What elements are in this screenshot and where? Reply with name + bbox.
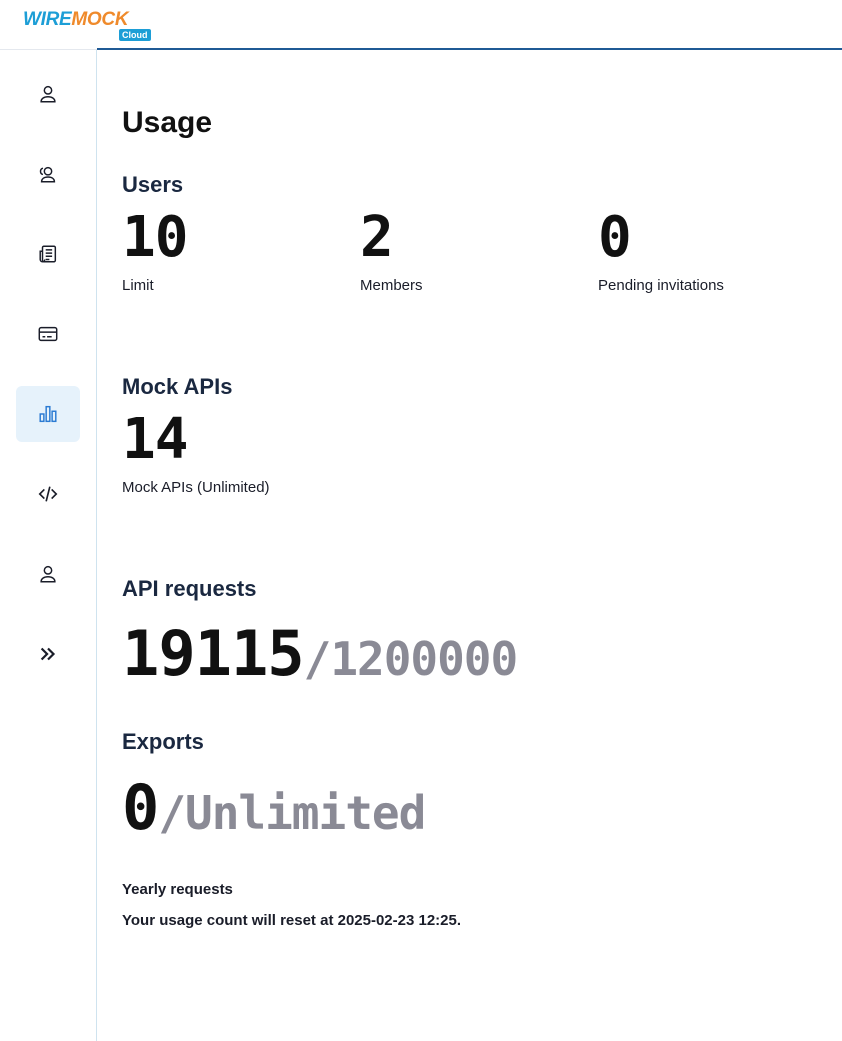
sidebar-item-news[interactable]: [16, 226, 80, 282]
api-requests-counter: 19115/1200000: [122, 623, 519, 689]
exports-value: 0: [122, 771, 159, 844]
sidebar: [0, 50, 97, 1041]
header-accent-line: [97, 48, 842, 50]
users-limit-value: 10: [122, 205, 188, 270]
top-bar: WIREMOCK Cloud: [0, 0, 842, 50]
billing-card-icon: [38, 326, 58, 342]
sidebar-expand-button[interactable]: [16, 626, 80, 682]
users-limit-label: Limit: [122, 277, 154, 294]
logo-cloud-badge: Cloud: [119, 29, 151, 41]
wiremock-logo[interactable]: WIREMOCK Cloud: [23, 10, 153, 42]
api-requests-limit: /1200000: [303, 632, 519, 686]
sidebar-item-profile[interactable]: [16, 66, 80, 122]
exports-limit: /Unlimited: [158, 786, 426, 840]
mock-apis-value: 14: [122, 407, 188, 472]
users-section-title: Users: [122, 172, 184, 197]
expand-icon: [40, 647, 56, 661]
usage-period-label: Yearly requests: [122, 881, 233, 898]
sidebar-item-team[interactable]: [16, 146, 80, 202]
sidebar-item-account[interactable]: [16, 546, 80, 602]
logo-word-wire: WIRE: [23, 9, 72, 30]
logo-word-mock: MOCK: [71, 9, 129, 30]
users-pending-value: 0: [598, 205, 632, 270]
users-members-label: Members: [360, 277, 423, 294]
exports-section-title: Exports: [122, 729, 204, 754]
newspaper-icon: [39, 245, 57, 263]
users-pending-label: Pending invitations: [598, 277, 724, 294]
api-requests-value: 19115: [122, 617, 305, 690]
api-requests-section-title: API requests: [122, 576, 257, 601]
team-icon: [39, 166, 56, 183]
bar-chart-icon: [39, 405, 57, 423]
sidebar-item-developer[interactable]: [16, 466, 80, 522]
user-icon: [40, 85, 56, 103]
sidebar-item-billing[interactable]: [16, 306, 80, 362]
sidebar-item-usage[interactable]: [16, 386, 80, 442]
exports-counter: 0/Unlimited: [122, 777, 426, 843]
page-title: Usage: [122, 106, 213, 139]
usage-reset-notice: Your usage count will reset at 2025-02-2…: [122, 912, 462, 929]
account-icon: [40, 565, 56, 583]
mock-apis-label: Mock APIs (Unlimited): [122, 479, 270, 496]
mock-apis-section-title: Mock APIs: [122, 374, 233, 399]
users-members-value: 2: [360, 205, 394, 270]
code-icon: [38, 486, 58, 502]
